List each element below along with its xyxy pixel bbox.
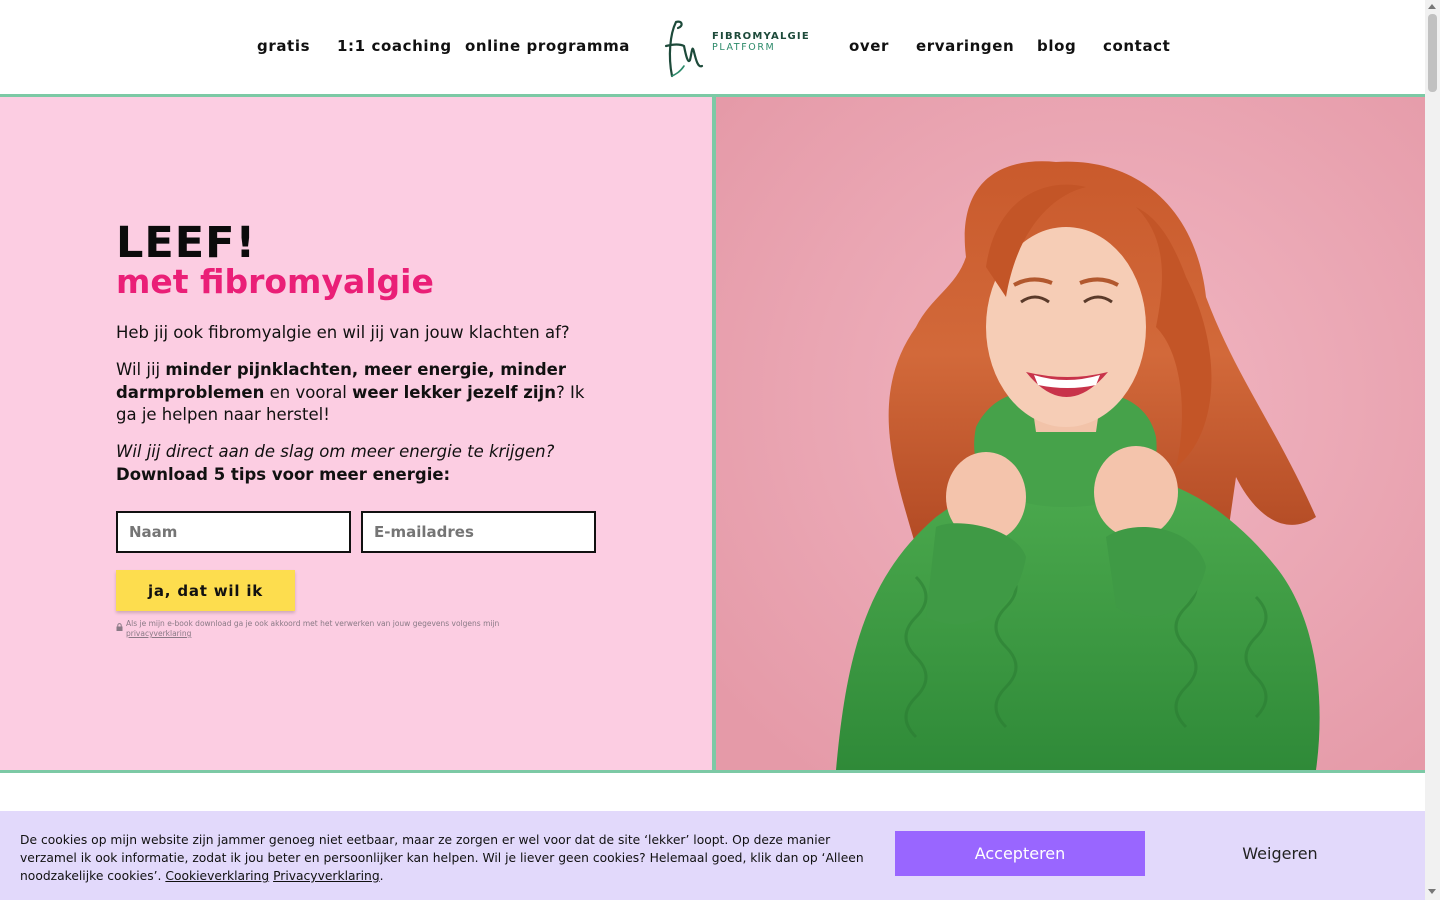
- privacy-notice: Als je mijn e-book download ga je ook ak…: [126, 619, 500, 638]
- email-input[interactable]: [361, 511, 596, 553]
- hero-intro: Heb jij ook fibromyalgie en wil jij van …: [116, 323, 570, 342]
- hero-subtitle: met fibromyalgie: [116, 262, 434, 301]
- name-input[interactable]: [116, 511, 351, 553]
- hero-photo: [716, 97, 1425, 770]
- accept-cookies-button[interactable]: Accepteren: [895, 831, 1145, 876]
- hero-benefits: Wil jij minder pijnklachten, meer energi…: [116, 360, 585, 424]
- hero-cta-text: Wil jij direct aan de slag om meer energ…: [116, 442, 555, 484]
- nav-coaching[interactable]: 1:1 coaching: [337, 37, 452, 55]
- page-scrollbar[interactable]: [1425, 0, 1440, 900]
- divider-bottom: [0, 770, 1425, 773]
- privacy-link[interactable]: privacyverklaring: [126, 629, 191, 638]
- cookie-policy-link[interactable]: Cookieverklaring: [165, 869, 269, 883]
- cookie-text: De cookies op mijn website zijn jammer g…: [20, 833, 864, 883]
- nav-online-programma[interactable]: online programma: [465, 37, 630, 55]
- nav-contact[interactable]: contact: [1103, 37, 1170, 55]
- scrollbar-thumb[interactable]: [1428, 14, 1437, 92]
- nav-over[interactable]: over: [849, 37, 889, 55]
- download-button[interactable]: ja, dat wil ik: [116, 570, 295, 611]
- site-header: gratis 1:1 coaching online programma FIB…: [0, 0, 1425, 94]
- lock-icon: [116, 623, 123, 631]
- hero-woman-image: [716, 97, 1425, 770]
- scroll-down-icon[interactable]: [1428, 889, 1436, 894]
- nav-ervaringen[interactable]: ervaringen: [916, 37, 1014, 55]
- nav-blog[interactable]: blog: [1037, 37, 1076, 55]
- logo-text-main: FIBROMYALGIE: [712, 31, 810, 42]
- cookie-banner: De cookies op mijn website zijn jammer g…: [0, 811, 1425, 900]
- hero-section: LEEF! met fibromyalgie Heb jij ook fibro…: [0, 97, 712, 770]
- decline-cookies-button[interactable]: Weigeren: [1155, 831, 1405, 876]
- nav-gratis[interactable]: gratis: [257, 37, 310, 55]
- logo-text-sub: PLATFORM: [712, 42, 776, 53]
- hero-title: LEEF!: [116, 218, 257, 268]
- privacy-policy-link[interactable]: Privacyverklaring: [273, 869, 380, 883]
- scroll-up-icon[interactable]: [1428, 4, 1436, 9]
- logo-mark: [664, 20, 704, 78]
- site-logo[interactable]: FIBROMYALGIE PLATFORM: [662, 16, 812, 80]
